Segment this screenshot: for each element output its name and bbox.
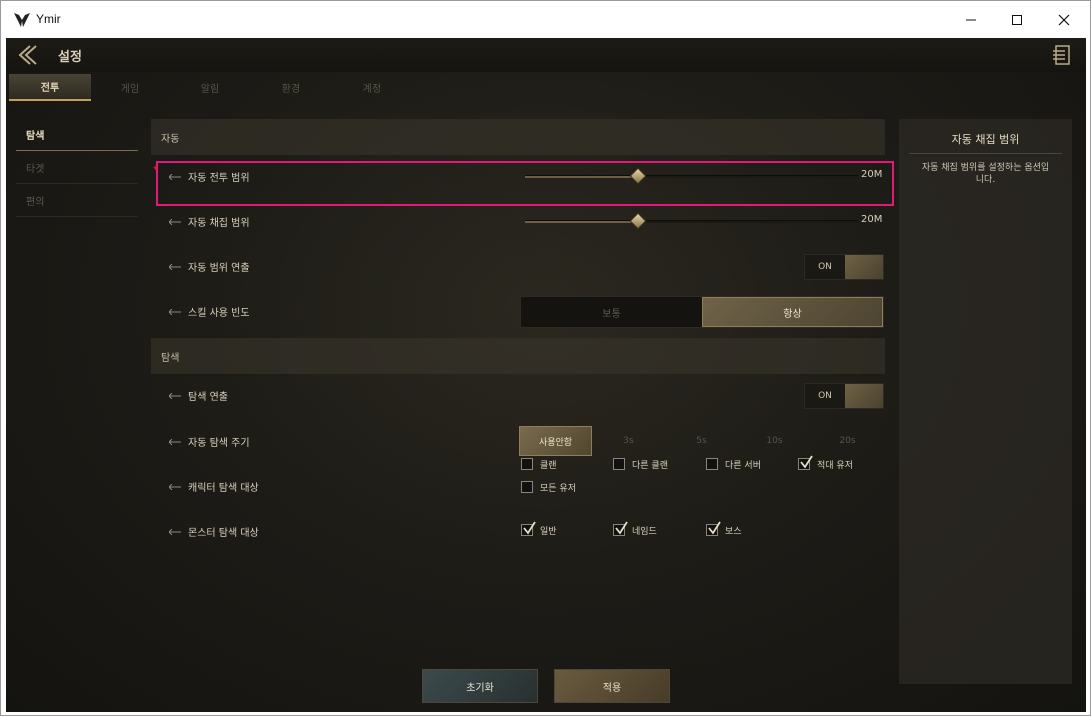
toggle-knob bbox=[845, 384, 883, 408]
ymir-logo-icon bbox=[14, 13, 30, 27]
auto-gather-range-slider[interactable] bbox=[525, 212, 858, 230]
section-header-search: 탐색 bbox=[151, 338, 885, 374]
checkbox-box bbox=[521, 481, 533, 493]
minimize-button[interactable] bbox=[948, 1, 994, 38]
search-cycle-selector: 사용안함 3s 5s 10s 20s bbox=[519, 426, 885, 456]
row-label: 몬스터 탐색 대상 bbox=[188, 528, 259, 539]
arrow-bullet-icon bbox=[169, 529, 181, 535]
toggle-state: ON bbox=[818, 391, 832, 401]
tab-notification[interactable]: 알림 bbox=[169, 74, 251, 101]
sidebar: 탐색 타겟 편의 bbox=[16, 118, 138, 217]
search-cycle-3s[interactable]: 3s bbox=[592, 426, 665, 456]
apply-button[interactable]: 적용 bbox=[554, 669, 670, 703]
help-description: 자동 채집 범위를 설정하는 옵션입니다. bbox=[921, 163, 1050, 185]
checkmark-icon bbox=[708, 521, 721, 535]
window-title: Ymir bbox=[36, 12, 61, 26]
maximize-button[interactable] bbox=[994, 1, 1040, 38]
app-header: 설정 bbox=[6, 38, 1086, 72]
row-label: 자동 범위 연출 bbox=[188, 263, 250, 274]
close-button[interactable] bbox=[1041, 1, 1087, 38]
checkbox-label: 네임드 bbox=[632, 527, 657, 537]
checkbox-label: 다른 서버 bbox=[725, 461, 761, 471]
menu-icon[interactable] bbox=[1052, 44, 1072, 66]
row-label: 캐릭터 탐색 대상 bbox=[188, 483, 259, 494]
arrow-bullet-icon bbox=[169, 219, 181, 225]
section-header-auto: 자동 bbox=[151, 119, 885, 155]
row-auto-search-cycle: 자동 탐색 주기 사용안함 3s 5s 10s 20s bbox=[151, 419, 885, 464]
toggle-knob bbox=[845, 255, 883, 279]
checkbox-label: 클랜 bbox=[540, 461, 557, 471]
checkbox-box bbox=[613, 458, 625, 470]
skill-frequency-always[interactable]: 항상 bbox=[702, 297, 883, 327]
auto-range-effect-toggle[interactable]: ON bbox=[804, 254, 884, 280]
checkmark-icon bbox=[800, 455, 813, 469]
row-label: 자동 채집 범위 bbox=[188, 218, 250, 229]
focus-highlight-box bbox=[156, 161, 894, 206]
page-title: 설정 bbox=[58, 50, 82, 65]
checkbox-box bbox=[706, 458, 718, 470]
checkbox-label: 다른 클랜 bbox=[632, 461, 668, 471]
checkmark-icon bbox=[615, 521, 628, 535]
red-marker: ✦ bbox=[152, 164, 160, 174]
help-title: 자동 채집 범위 bbox=[951, 133, 1020, 146]
help-divider bbox=[909, 153, 1062, 154]
arrow-bullet-icon bbox=[169, 484, 181, 490]
tab-game[interactable]: 게임 bbox=[89, 74, 171, 101]
arrow-bullet-icon bbox=[169, 309, 181, 315]
row-search-effect: 탐색 연출 ON bbox=[151, 373, 885, 418]
row-label: 탐색 연출 bbox=[188, 392, 228, 403]
settings-screen: 설정 전투 게임 알림 환경 계정 탐색 타겟 편의 자동 자동 전투 범위 2… bbox=[6, 38, 1086, 712]
slider-fill bbox=[525, 221, 639, 223]
minimize-icon bbox=[966, 19, 976, 20]
help-panel: 자동 채집 범위 자동 채집 범위를 설정하는 옵션입니다. bbox=[899, 119, 1072, 684]
search-cycle-5s[interactable]: 5s bbox=[665, 426, 738, 456]
reset-button[interactable]: 초기화 bbox=[422, 669, 538, 703]
row-label: 자동 탐색 주기 bbox=[188, 438, 250, 449]
slider-thumb[interactable] bbox=[629, 212, 647, 230]
toggle-state: ON bbox=[818, 262, 832, 272]
app-window: Ymir 설정 전투 게임 알림 환경 계정 탐색 타겟 편의 자동 자동 전투… bbox=[0, 0, 1091, 716]
arrow-bullet-icon bbox=[169, 264, 181, 270]
checkmark-icon bbox=[523, 521, 536, 535]
search-cycle-10s[interactable]: 10s bbox=[738, 426, 811, 456]
checkbox-label: 모든 유저 bbox=[540, 484, 576, 494]
checkbox-label: 적대 유저 bbox=[817, 461, 853, 471]
tab-account[interactable]: 계정 bbox=[331, 74, 413, 101]
checkbox-label: 보스 bbox=[725, 527, 742, 537]
search-cycle-off[interactable]: 사용안함 bbox=[519, 426, 592, 456]
arrow-bullet-icon bbox=[169, 439, 181, 445]
skill-frequency-normal[interactable]: 보통 bbox=[521, 297, 702, 327]
tab-environment[interactable]: 환경 bbox=[250, 74, 332, 101]
row-auto-range-effect: 자동 범위 연출 ON bbox=[151, 244, 885, 289]
skill-frequency-selector: 보통 항상 bbox=[520, 296, 884, 328]
arrow-bullet-icon bbox=[169, 393, 181, 399]
slider-value: 20M bbox=[861, 214, 883, 225]
checkbox-label: 일반 bbox=[540, 527, 557, 537]
maximize-icon bbox=[1012, 14, 1022, 25]
title-bar: Ymir bbox=[1, 1, 1090, 38]
row-skill-frequency: 스킬 사용 빈도 보통 항상 bbox=[151, 289, 885, 334]
search-cycle-20s[interactable]: 20s bbox=[811, 426, 884, 456]
tab-combat[interactable]: 전투 bbox=[9, 74, 91, 101]
category-tabs: 전투 게임 알림 환경 계정 bbox=[6, 74, 1086, 102]
row-monster-target: 몬스터 탐색 대상 일반 네임드 보스 bbox=[151, 509, 885, 554]
row-character-target: 캐릭터 탐색 대상 클랜 다른 클랜 다른 서버 적대 유저 모든 유저 bbox=[151, 455, 885, 514]
row-label: 스킬 사용 빈도 bbox=[188, 308, 250, 319]
checkbox-box bbox=[521, 458, 533, 470]
close-icon bbox=[1058, 14, 1070, 25]
sidebar-item-search[interactable]: 탐색 bbox=[16, 118, 138, 151]
search-effect-toggle[interactable]: ON bbox=[804, 383, 884, 409]
sidebar-item-target[interactable]: 타겟 bbox=[16, 151, 138, 184]
sidebar-item-convenience[interactable]: 편의 bbox=[16, 184, 138, 217]
back-arrow-icon[interactable] bbox=[16, 43, 40, 67]
